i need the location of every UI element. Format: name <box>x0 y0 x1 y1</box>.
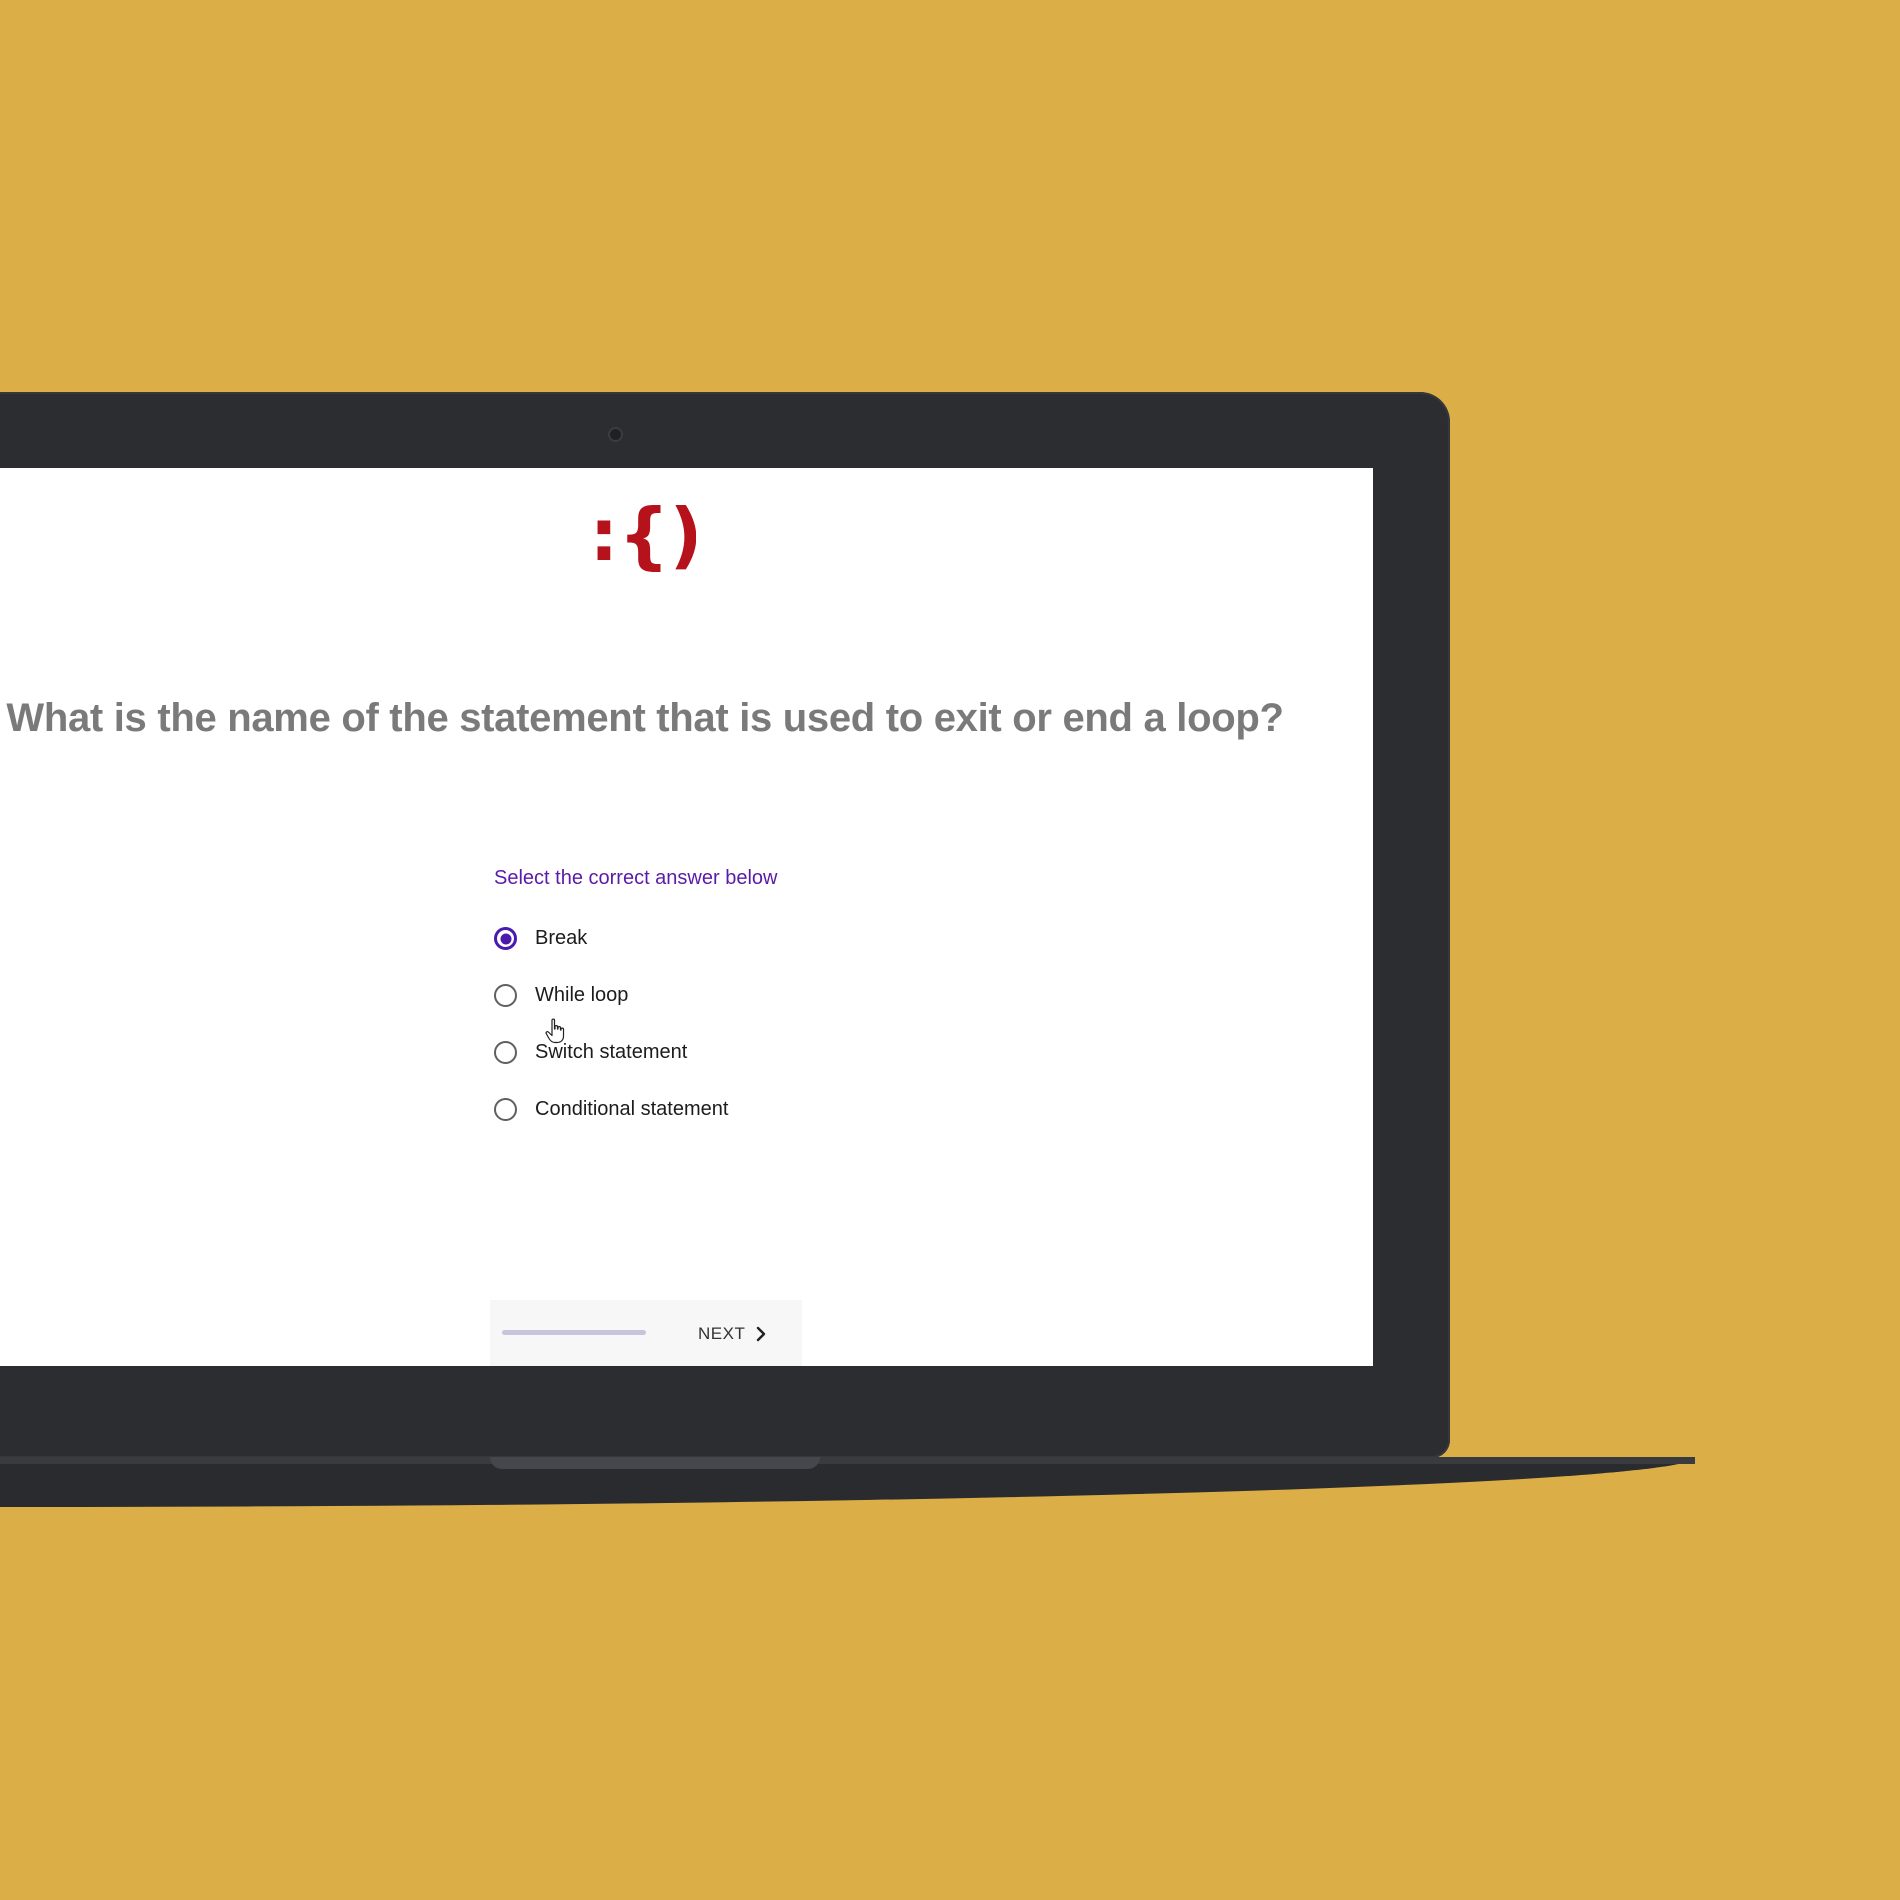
answer-option-while-loop[interactable]: While loop <box>494 967 914 1024</box>
answer-option-label: While loop <box>535 984 629 1006</box>
laptop-hinge-notch <box>490 1457 820 1469</box>
radio-unselected-icon[interactable] <box>494 1041 517 1064</box>
answer-option-label: Switch statement <box>535 1041 688 1063</box>
radio-unselected-icon[interactable] <box>494 984 517 1007</box>
question-text: What is the name of the statement that i… <box>6 696 1284 740</box>
hand-cursor-icon <box>545 1018 565 1044</box>
answer-option-conditional-statement[interactable]: Conditional statement <box>494 1081 914 1138</box>
answer-option-label: Conditional statement <box>535 1098 729 1120</box>
answer-prompt: Select the correct answer below <box>494 867 778 889</box>
next-button[interactable]: NEXT <box>698 1316 767 1352</box>
answer-group: Select the correct answer below Break Wh… <box>494 858 914 1138</box>
quiz-screen: :{) What is the name of the statement th… <box>0 468 1373 1366</box>
logo: :{) <box>596 498 696 577</box>
camera-icon <box>608 427 623 442</box>
answer-option-break[interactable]: Break <box>494 910 914 967</box>
quiz-footer: NEXT <box>490 1300 802 1366</box>
chevron-right-icon <box>757 1326 766 1342</box>
laptop-base <box>0 1457 1695 1507</box>
radio-selected-icon[interactable] <box>494 927 517 950</box>
radio-unselected-icon[interactable] <box>494 1098 517 1121</box>
answer-option-label: Break <box>535 927 588 949</box>
progress-bar <box>502 1330 646 1335</box>
laptop-base-edge <box>0 1457 1695 1464</box>
next-button-label: NEXT <box>698 1324 746 1343</box>
logo-text: :{) <box>596 498 696 577</box>
